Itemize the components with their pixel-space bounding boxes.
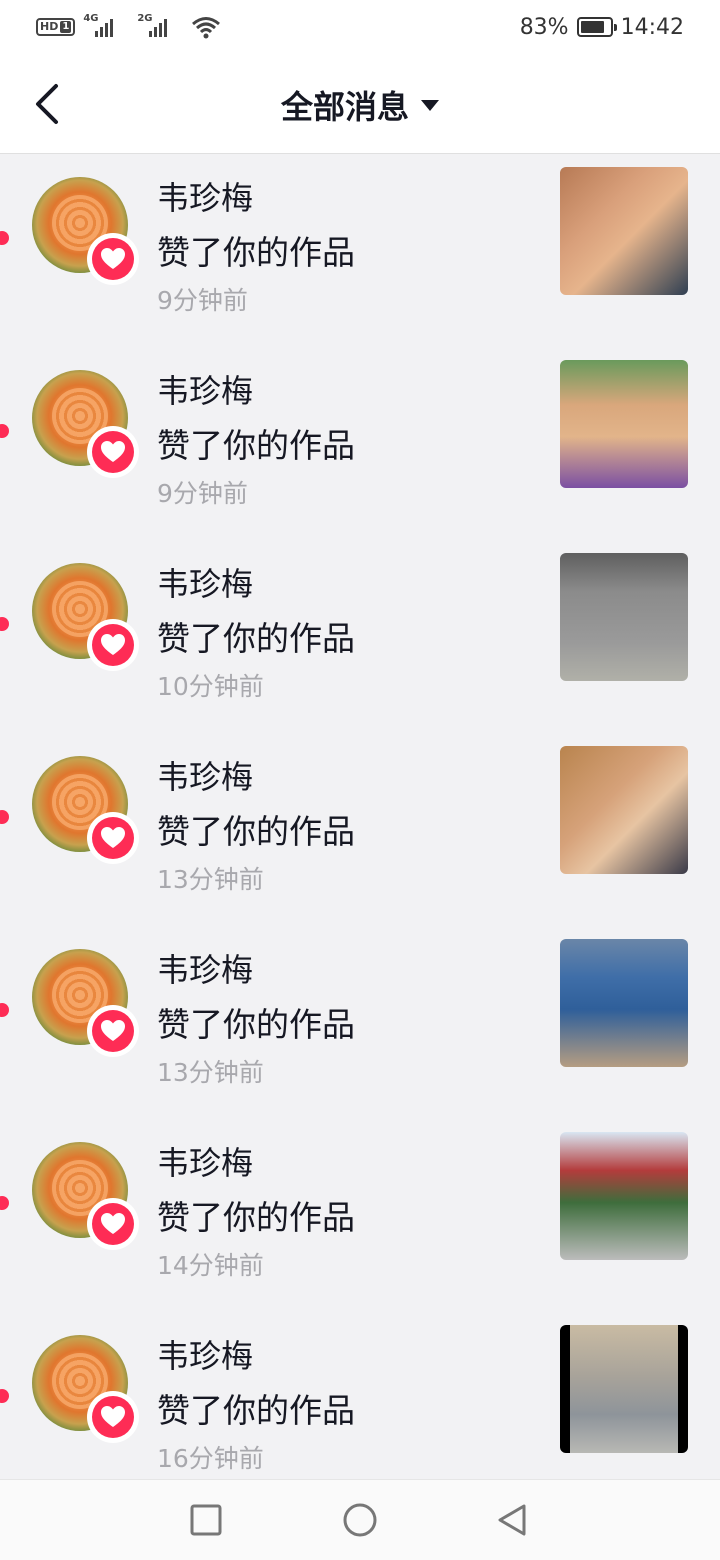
recent-apps-button[interactable]	[188, 1502, 224, 1538]
signal-bars-icon	[149, 19, 168, 37]
notification-text: 赞了你的作品	[157, 233, 355, 272]
heart-icon	[101, 1406, 125, 1427]
network-signal-2: 2G	[137, 13, 183, 41]
notification-time: 14分钟前	[157, 1251, 264, 1280]
triangle-left-icon	[498, 1504, 526, 1536]
notification-time: 10分钟前	[157, 672, 264, 701]
notification-text: 赞了你的作品	[157, 426, 355, 465]
network-signal-1: 4G	[83, 13, 129, 41]
status-bar: HD 1 4G 2G 83% 14:42	[0, 0, 720, 54]
heart-icon	[101, 634, 125, 655]
top-header: 全部消息	[0, 54, 720, 154]
home-button[interactable]	[342, 1502, 378, 1538]
unread-dot	[0, 617, 9, 631]
signal-bars-icon	[95, 19, 114, 37]
heart-icon	[101, 1020, 125, 1041]
notification-row[interactable]: 韦珍梅赞了你的作品 9分钟前	[0, 155, 720, 348]
notification-time: 16分钟前	[157, 1444, 264, 1473]
notification-text: 赞了你的作品	[157, 1005, 355, 1044]
user-name[interactable]: 韦珍梅	[157, 945, 253, 991]
like-badge	[87, 1005, 139, 1057]
notification-row[interactable]: 韦珍梅赞了你的作品 10分钟前	[0, 541, 720, 734]
notification-time: 9分钟前	[157, 286, 248, 315]
status-right: 83% 14:42	[520, 12, 684, 42]
notification-text: 赞了你的作品	[157, 619, 355, 658]
notification-row[interactable]: 韦珍梅赞了你的作品 14分钟前	[0, 1120, 720, 1313]
status-left: HD 1 4G 2G	[36, 12, 221, 42]
user-name[interactable]: 韦珍梅	[157, 752, 253, 798]
heart-icon	[101, 248, 125, 269]
notification-row[interactable]: 韦珍梅赞了你的作品 13分钟前	[0, 927, 720, 1120]
message-filter-dropdown[interactable]: 全部消息	[0, 82, 720, 128]
like-badge	[87, 233, 139, 285]
user-name[interactable]: 韦珍梅	[157, 173, 253, 219]
notification-row[interactable]: 韦珍梅赞了你的作品 13分钟前	[0, 734, 720, 927]
video-thumbnail[interactable]	[560, 939, 688, 1067]
like-badge	[87, 1391, 139, 1443]
wifi-icon	[192, 17, 221, 39]
battery-icon	[576, 17, 617, 37]
user-name[interactable]: 韦珍梅	[157, 1138, 253, 1184]
square-icon	[190, 1504, 222, 1536]
system-nav-bar	[0, 1479, 720, 1560]
video-thumbnail[interactable]	[560, 1132, 688, 1260]
heart-icon	[101, 1213, 125, 1234]
page-title: 全部消息	[280, 88, 409, 126]
circle-icon	[343, 1503, 377, 1537]
like-badge	[87, 619, 139, 671]
notification-text: 赞了你的作品	[157, 1391, 355, 1430]
clock-time: 14:42	[620, 14, 684, 40]
notification-text: 赞了你的作品	[157, 1198, 355, 1237]
like-badge	[87, 812, 139, 864]
video-thumbnail[interactable]	[560, 553, 688, 681]
video-thumbnail[interactable]	[560, 746, 688, 874]
like-badge	[87, 1198, 139, 1250]
notification-row[interactable]: 韦珍梅赞了你的作品 16分钟前	[0, 1313, 720, 1506]
heart-icon	[101, 827, 125, 848]
video-thumbnail[interactable]	[560, 360, 688, 488]
video-frame	[570, 1325, 678, 1453]
user-name[interactable]: 韦珍梅	[157, 366, 253, 412]
notification-time: 9分钟前	[157, 479, 248, 508]
unread-dot	[0, 231, 9, 245]
unread-dot	[0, 1196, 9, 1210]
system-back-button[interactable]	[494, 1502, 530, 1538]
notification-time: 13分钟前	[157, 865, 264, 894]
sim-label: 1	[60, 21, 72, 33]
battery-level	[580, 21, 604, 33]
notification-text: 赞了你的作品	[157, 812, 355, 851]
notification-time: 13分钟前	[157, 1058, 264, 1087]
user-name[interactable]: 韦珍梅	[157, 559, 253, 605]
video-thumbnail[interactable]	[560, 167, 688, 295]
notification-row[interactable]: 韦珍梅赞了你的作品 9分钟前	[0, 348, 720, 541]
hd-badge: HD 1	[36, 18, 76, 36]
unread-dot	[0, 1003, 9, 1017]
unread-dot	[0, 810, 9, 824]
battery-percent: 83%	[519, 14, 569, 40]
user-name[interactable]: 韦珍梅	[157, 1331, 253, 1377]
hd-label: HD	[40, 20, 59, 33]
notification-list: 韦珍梅 赞了你的作品 9分钟前 韦珍梅 赞了你的作品 9分钟前 韦珍梅 赞了你的作品 10分钟前…	[0, 155, 720, 1506]
unread-dot	[0, 1389, 9, 1403]
heart-icon	[101, 441, 125, 462]
video-thumbnail[interactable]	[560, 1325, 688, 1453]
caret-down-icon	[421, 99, 439, 111]
unread-dot	[0, 424, 9, 438]
like-badge	[87, 426, 139, 478]
